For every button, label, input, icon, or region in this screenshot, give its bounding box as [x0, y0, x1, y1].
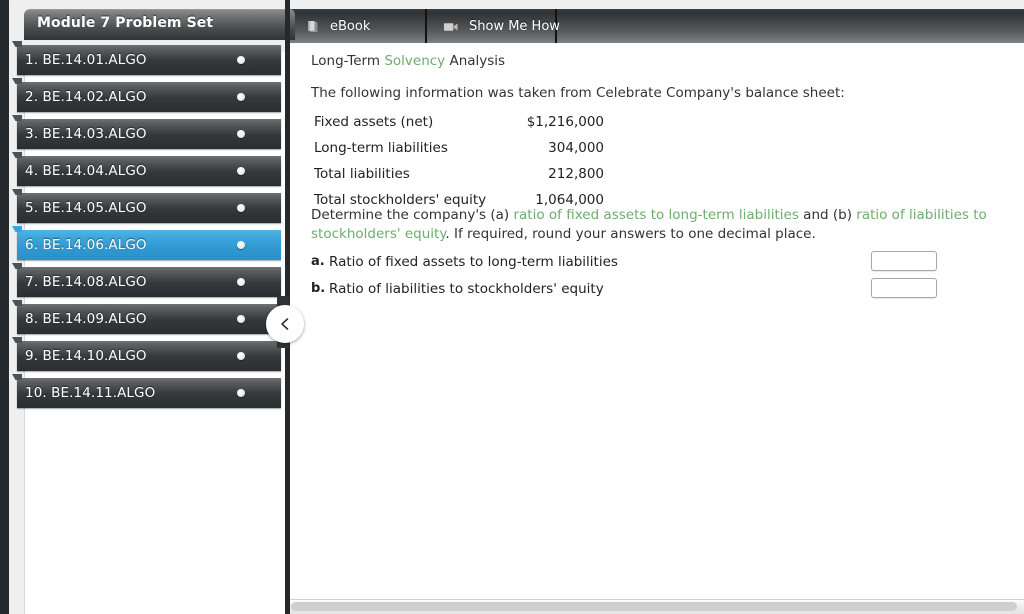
row-label: Total liabilities	[314, 161, 504, 187]
sidebar-item-label: 9. BE.14.10.ALGO	[25, 348, 147, 364]
tabbar-top-background	[290, 0, 1024, 9]
answer-input-a[interactable]	[871, 251, 937, 271]
status-dot-icon	[237, 56, 245, 64]
sidebar-item-9[interactable]: 9. BE.14.10.ALGO	[17, 341, 281, 371]
ratio-fixed-assets-link[interactable]: ratio of fixed assets to long-term liabi…	[513, 207, 798, 223]
app-root: Module 7 Problem Set 1. BE.14.01.ALGO 2.…	[0, 0, 1024, 614]
page-title: Module 7 Problem Set	[37, 15, 213, 31]
sidebar-item-label: 1. BE.14.01.ALGO	[25, 52, 147, 68]
table-row: Total liabilities 212,800	[314, 161, 604, 187]
table-row: Fixed assets (net) $1,216,000	[314, 109, 604, 135]
sidebar-top-strip	[9, 0, 280, 5]
sidebar-item-4[interactable]: 4. BE.14.04.ALGO	[17, 156, 281, 186]
answer-row-b: b. Ratio of liabilities to stockholders'…	[311, 275, 1011, 302]
answer-row-a: a. Ratio of fixed assets to long-term li…	[311, 248, 1011, 275]
table-row: Long-term liabilities 304,000	[314, 135, 604, 161]
answer-letter-b: b.	[311, 281, 329, 296]
prompt-text-2: and (b)	[799, 207, 856, 223]
sidebar-item-10[interactable]: 10. BE.14.11.ALGO	[17, 378, 281, 408]
status-dot-icon	[237, 315, 245, 323]
sidebar-item-7[interactable]: 7. BE.14.08.ALGO	[17, 267, 281, 297]
status-dot-icon	[237, 93, 245, 101]
question-prompt: Determine the company's (a) ratio of fix…	[311, 206, 1011, 244]
answer-letter-a: a.	[311, 254, 329, 269]
status-dot-icon	[237, 130, 245, 138]
question-title-suffix: Analysis	[445, 53, 505, 69]
tab-bar: eBook Show Me How	[290, 9, 1024, 43]
sidebar-item-6-selected[interactable]: 6. BE.14.06.ALGO	[17, 230, 281, 260]
sidebar-item-8[interactable]: 8. BE.14.09.ALGO	[17, 304, 281, 334]
sidebar-collapse-button[interactable]	[266, 305, 304, 343]
answer-label-b: Ratio of liabilities to stockholders' eq…	[329, 281, 604, 297]
prompt-text-1: Determine the company's (a)	[311, 207, 513, 223]
answer-input-b[interactable]	[871, 278, 937, 298]
sidebar-item-label: 7. BE.14.08.ALGO	[25, 274, 147, 290]
status-dot-icon	[237, 167, 245, 175]
video-camera-icon	[443, 20, 460, 33]
horizontal-scrollbar[interactable]	[290, 599, 1024, 614]
sidebar-item-label: 6. BE.14.06.ALGO	[25, 237, 147, 253]
row-label: Long-term liabilities	[314, 135, 504, 161]
sidebar-item-label: 10. BE.14.11.ALGO	[25, 385, 155, 401]
prompt-text-3: . If required, round your answers to one…	[445, 226, 815, 242]
question-content: Long-Term Solvency Analysis The followin…	[290, 43, 1024, 614]
problem-list: 1. BE.14.01.ALGO 2. BE.14.02.ALGO 3. BE.…	[9, 45, 285, 415]
tab-show-me-how[interactable]: Show Me How	[427, 9, 557, 43]
status-dot-icon	[237, 389, 245, 397]
row-value: 212,800	[504, 161, 604, 187]
question-title-prefix: Long-Term	[311, 53, 384, 69]
question-intro: The following information was taken from…	[311, 85, 845, 101]
sidebar-item-label: 3. BE.14.03.ALGO	[25, 126, 147, 142]
module-header: Module 7 Problem Set	[24, 9, 295, 40]
status-dot-icon	[237, 241, 245, 249]
solvency-link[interactable]: Solvency	[384, 53, 445, 69]
sidebar-item-1[interactable]: 1. BE.14.01.ALGO	[17, 45, 281, 75]
status-dot-icon	[237, 204, 245, 212]
row-value: 304,000	[504, 135, 604, 161]
tab-ebook[interactable]: eBook	[290, 9, 427, 43]
tab-show-me-how-label: Show Me How	[469, 19, 560, 34]
answers-section: a. Ratio of fixed assets to long-term li…	[311, 248, 1011, 302]
sidebar-item-label: 8. BE.14.09.ALGO	[25, 311, 147, 327]
row-label: Fixed assets (net)	[314, 109, 504, 135]
book-icon	[306, 19, 321, 34]
sidebar-item-5[interactable]: 5. BE.14.05.ALGO	[17, 193, 281, 223]
sidebar-item-3[interactable]: 3. BE.14.03.ALGO	[17, 119, 281, 149]
sidebar-item-label: 4. BE.14.04.ALGO	[25, 163, 147, 179]
question-title: Long-Term Solvency Analysis	[311, 53, 505, 69]
answer-label-a: Ratio of fixed assets to long-term liabi…	[329, 254, 618, 270]
sidebar-item-label: 5. BE.14.05.ALGO	[25, 200, 147, 216]
scrollbar-thumb[interactable]	[291, 602, 1017, 611]
row-value: $1,216,000	[504, 109, 604, 135]
chevron-left-icon	[277, 316, 293, 332]
status-dot-icon	[237, 278, 245, 286]
sidebar: Module 7 Problem Set 1. BE.14.01.ALGO 2.…	[9, 0, 285, 614]
status-dot-icon	[237, 352, 245, 360]
sidebar-item-label: 2. BE.14.02.ALGO	[25, 89, 147, 105]
tab-ebook-label: eBook	[330, 19, 370, 34]
balance-sheet-table: Fixed assets (net) $1,216,000 Long-term …	[314, 109, 604, 213]
sidebar-item-2[interactable]: 2. BE.14.02.ALGO	[17, 82, 281, 112]
window-left-border	[0, 0, 9, 614]
main-panel: eBook Show Me How Long-Term Solvency Ana…	[290, 0, 1024, 614]
